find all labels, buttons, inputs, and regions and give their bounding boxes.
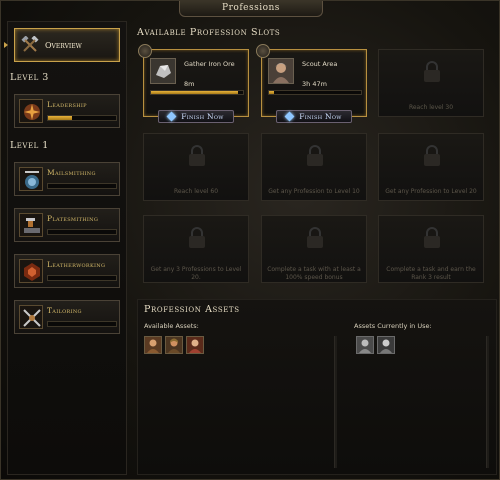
- task-time: 8m: [184, 80, 195, 88]
- astral-diamond-icon: [284, 111, 295, 122]
- progress-bar: [47, 321, 117, 327]
- profession-slot-locked: Get any Profession to Level 10: [261, 133, 367, 201]
- sidebar: Overview Level 3 Leadership Level 1 Mail…: [4, 21, 127, 475]
- selected-indicator-icon: [4, 42, 8, 48]
- slot-requirement: Reach level 60: [173, 188, 219, 195]
- in-use-assets-label: Assets Currently in Use:: [354, 322, 432, 330]
- slot-requirement: Get any 3 Professions to Level 20.: [150, 266, 242, 281]
- progress-fill: [48, 116, 72, 120]
- progress-bar: [47, 275, 117, 281]
- slots-title: Available Profession Slots: [137, 27, 281, 38]
- scout-portrait-icon: [268, 58, 294, 84]
- task-name: Scout Area: [302, 60, 338, 68]
- finish-now-button[interactable]: Finish Now: [276, 110, 352, 123]
- progress-bar: [47, 115, 117, 121]
- assets-scrollbar[interactable]: [334, 336, 337, 468]
- astral-diamond-icon: [166, 111, 177, 122]
- profession-slot-locked: Get any 3 Professions to Level 20.: [143, 215, 249, 283]
- padlock-icon: [424, 145, 440, 166]
- asset-portrait-icon[interactable]: [186, 336, 204, 354]
- profession-slot-active[interactable]: Scout Area 3h 47m: [256, 44, 367, 117]
- in-use-asset-portrait-icon[interactable]: [356, 336, 374, 354]
- leadership-icon: [19, 99, 43, 123]
- profession-slot-locked: Reach level 60: [143, 133, 249, 201]
- sidebar-item-label: Leadership: [47, 100, 87, 109]
- task-name: Gather Iron Ore: [184, 60, 235, 68]
- crossed-hammers-icon: [21, 35, 39, 54]
- sidebar-item-tailoring[interactable]: Tailoring: [14, 300, 120, 334]
- leadership-badge-icon: [256, 44, 270, 58]
- padlock-icon: [307, 227, 323, 248]
- in-use-scrollbar[interactable]: [486, 336, 489, 468]
- padlock-icon: [424, 61, 440, 82]
- finish-now-label: Finish Now: [181, 112, 224, 121]
- professions-window: Professions Overview Level 3 Leadership …: [0, 0, 500, 480]
- level-1-heading: Level 1: [10, 140, 49, 151]
- overview-button[interactable]: Overview: [14, 28, 120, 62]
- profession-slot-locked: Get any Profession to Level 20: [378, 133, 484, 201]
- profession-slot-active[interactable]: Gather Iron Ore 8m: [138, 44, 249, 117]
- progress-fill: [151, 91, 239, 94]
- available-assets-label: Available Assets:: [144, 322, 199, 330]
- window-title: Professions: [179, 1, 323, 17]
- task-progress-bar: [150, 90, 244, 95]
- slot-requirement: Reach level 30: [408, 104, 454, 111]
- padlock-icon: [424, 227, 440, 248]
- sidebar-item-mailsmithing[interactable]: Mailsmithing: [14, 162, 120, 196]
- padlock-icon: [189, 227, 205, 248]
- profession-slot-locked: Reach level 30: [378, 49, 484, 117]
- progress-bar: [47, 183, 117, 189]
- padlock-icon: [189, 145, 205, 166]
- sidebar-item-platesmithing[interactable]: Platesmithing: [14, 208, 120, 242]
- finish-now-button[interactable]: Finish Now: [158, 110, 234, 123]
- sidebar-item-label: Platesmithing: [47, 214, 99, 223]
- sidebar-item-label: Leatherworking: [47, 260, 106, 269]
- anvil-badge-icon: [138, 44, 152, 58]
- asset-portrait-icon[interactable]: [144, 336, 162, 354]
- platesmithing-icon: [19, 213, 43, 237]
- progress-bar: [47, 229, 117, 235]
- task-progress-bar: [268, 90, 362, 95]
- task-time: 3h 47m: [302, 80, 327, 88]
- slot-requirement: Complete a task and earn the Rank 3 resu…: [386, 266, 476, 281]
- profession-slot-locked: Complete a task and earn the Rank 3 resu…: [378, 215, 484, 283]
- padlock-icon: [307, 145, 323, 166]
- iron-ore-icon: [150, 58, 176, 84]
- profession-slot-locked: Complete a task with at least a 100% spe…: [261, 215, 367, 283]
- sidebar-item-label: Mailsmithing: [47, 168, 96, 177]
- slot-requirement: Get any Profession to Level 10: [268, 188, 360, 195]
- mailsmithing-icon: [19, 167, 43, 191]
- in-use-asset-portrait-icon[interactable]: [377, 336, 395, 354]
- level-3-heading: Level 3: [10, 72, 49, 83]
- sidebar-item-leatherworking[interactable]: Leatherworking: [14, 254, 120, 288]
- asset-portrait-icon[interactable]: [165, 336, 183, 354]
- progress-fill: [269, 91, 274, 94]
- finish-now-label: Finish Now: [299, 112, 342, 121]
- assets-title: Profession Assets: [144, 304, 240, 315]
- tailoring-icon: [19, 305, 43, 329]
- slot-requirement: Complete a task with at least a 100% spe…: [267, 266, 361, 281]
- sidebar-item-leadership[interactable]: Leadership: [14, 94, 120, 128]
- slot-requirement: Get any Profession to Level 20: [385, 188, 477, 195]
- overview-label: Overview: [45, 40, 82, 50]
- sidebar-item-label: Tailoring: [47, 306, 82, 315]
- leatherworking-icon: [19, 259, 43, 283]
- profession-assets-panel: Profession Assets Available Assets: Asse…: [137, 299, 497, 475]
